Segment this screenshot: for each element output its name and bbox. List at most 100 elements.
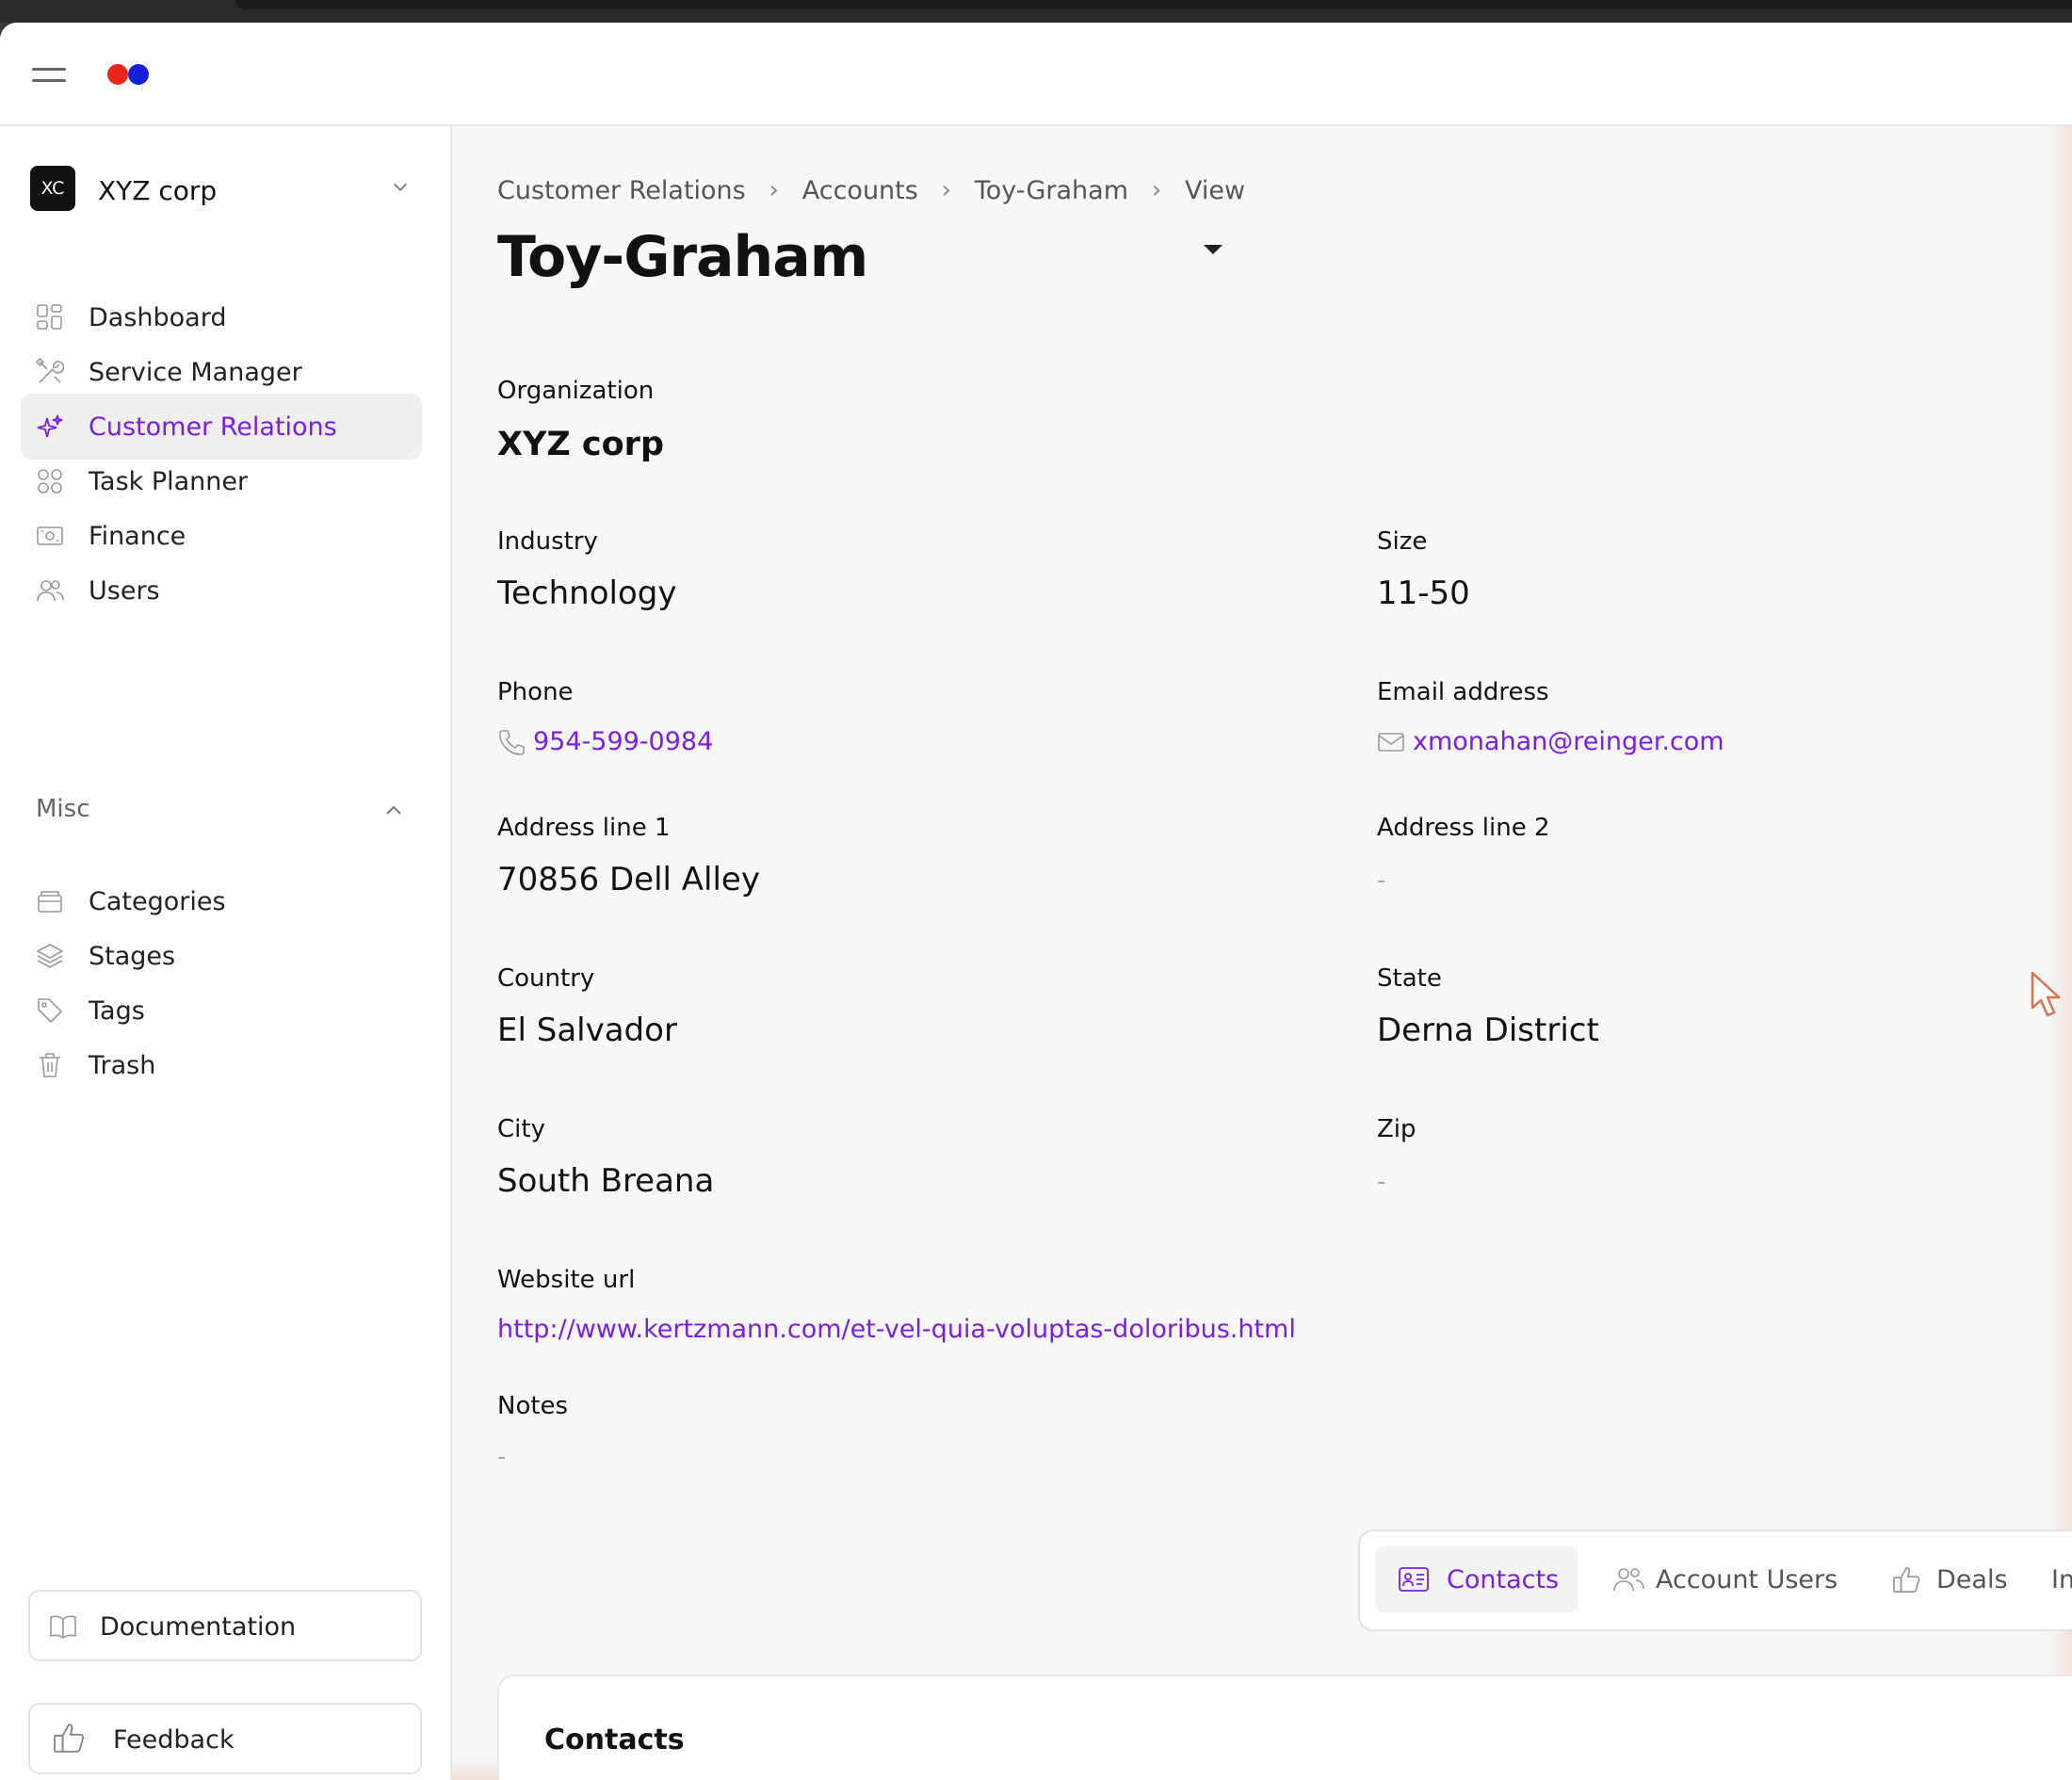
breadcrumb-customer-relations[interactable]: Customer Relations <box>497 176 746 205</box>
org-switcher[interactable]: XC XYZ corp <box>30 162 416 215</box>
users-icon <box>37 580 64 602</box>
tab-more[interactable]: In <box>2032 1546 2072 1612</box>
phone-value: 954-599-0984 <box>533 727 714 756</box>
tab-label: Contacts <box>1447 1565 1560 1594</box>
app-window: XC XYZ corp Dashboard Service Manager Cu… <box>0 23 2072 1780</box>
mouse-pointer-icon <box>2031 971 2061 1017</box>
caret-down-icon[interactable] <box>1204 245 1222 254</box>
feedback-label: Feedback <box>113 1725 235 1755</box>
breadcrumb-accounts[interactable]: Accounts <box>802 176 918 205</box>
notes-label: Notes <box>497 1392 569 1420</box>
banknote-icon <box>37 526 63 545</box>
zip-value: - <box>1377 1168 1386 1196</box>
os-top-bar-inner <box>235 0 2072 9</box>
sidebar-item-label: Service Manager <box>89 358 302 387</box>
tab-label: In <box>2051 1565 2072 1594</box>
trash-icon <box>40 1053 60 1077</box>
website-label: Website url <box>497 1266 636 1294</box>
zip-label: Zip <box>1377 1115 1416 1143</box>
email-link[interactable]: xmonahan@reinger.com <box>1377 727 1724 756</box>
menu-icon[interactable] <box>32 64 68 85</box>
logo-dot-red <box>107 64 128 85</box>
state-label: State <box>1377 964 1442 993</box>
sidebar-item-label: Task Planner <box>89 467 249 496</box>
users-icon <box>1613 1568 1644 1592</box>
notes-value: - <box>497 1443 507 1471</box>
logo-dot-blue <box>128 64 149 85</box>
address1-value: 70856 Dell Alley <box>497 861 760 898</box>
city-value: South Breana <box>497 1162 715 1200</box>
sidebar-item-label: Categories <box>89 887 226 916</box>
documentation-label: Documentation <box>100 1612 297 1642</box>
main-content: Customer Relations › Accounts › Toy-Grah… <box>452 126 2072 1780</box>
sidebar-item-label: Stages <box>89 942 176 971</box>
sidebar-item-label: Dashboard <box>89 303 227 332</box>
chevron-down-icon <box>394 183 407 191</box>
misc-section-label: Misc <box>36 795 90 823</box>
app-header <box>0 23 2072 126</box>
sidebar-item-users[interactable]: Users <box>21 558 422 623</box>
chevron-right-icon: › <box>1151 176 1162 204</box>
address2-value: - <box>1377 866 1386 895</box>
country-label: Country <box>497 964 595 993</box>
app-logo[interactable] <box>107 64 151 87</box>
misc-section-toggle[interactable]: Misc <box>36 791 403 829</box>
sidebar-item-label: Finance <box>89 522 186 551</box>
sidebar-item-label: Customer Relations <box>89 413 337 442</box>
state-value: Derna District <box>1377 1011 1599 1049</box>
size-label: Size <box>1377 527 1428 556</box>
sidebar-item-label: Trash <box>89 1051 156 1080</box>
tools-icon <box>36 358 64 383</box>
email-label: Email address <box>1377 678 1549 706</box>
sidebar-item-label: Users <box>89 576 160 606</box>
related-tabs: Contacts Account Users Deals In <box>1358 1529 2072 1631</box>
organization-label: Organization <box>497 377 655 405</box>
breadcrumb-view: View <box>1185 175 1246 205</box>
sidebar: XC XYZ corp Dashboard Service Manager Cu… <box>0 126 452 1780</box>
address1-label: Address line 1 <box>497 814 671 842</box>
address2-label: Address line 2 <box>1377 814 1550 842</box>
website-link[interactable]: http://www.kertzmann.com/et-vel-quia-vol… <box>497 1315 1296 1344</box>
email-value: xmonahan@reinger.com <box>1413 727 1724 756</box>
breadcrumb-toy-graham[interactable]: Toy-Graham <box>975 176 1128 205</box>
tab-deals[interactable]: Deals <box>1869 1546 2019 1612</box>
tag-icon <box>38 998 63 1024</box>
contacts-card: Contacts <box>497 1675 2072 1780</box>
chevron-right-icon: › <box>941 176 952 204</box>
country-value: El Salvador <box>497 1011 677 1049</box>
sparkle-icon <box>37 414 63 438</box>
phone-icon <box>499 729 525 755</box>
org-avatar: XC <box>30 166 75 211</box>
thumbs-up-icon <box>54 1723 85 1753</box>
layers-icon <box>36 944 64 968</box>
grid-icon <box>37 304 62 330</box>
sidebar-item-trash[interactable]: Trash <box>21 1032 422 1098</box>
book-icon <box>50 1615 76 1639</box>
page-title: Toy-Graham <box>497 224 868 290</box>
archive-icon <box>38 891 62 913</box>
tab-label: Deals <box>1936 1565 2008 1594</box>
apps-icon <box>38 469 62 494</box>
chevron-up-icon <box>386 805 401 815</box>
tab-label: Account Users <box>1656 1565 1838 1594</box>
organization-value: XYZ corp <box>497 426 664 463</box>
thumbs-up-icon <box>1893 1566 1920 1593</box>
breadcrumb: Customer Relations › Accounts › Toy-Grah… <box>497 173 1245 207</box>
phone-link[interactable]: 954-599-0984 <box>497 727 713 756</box>
industry-label: Industry <box>497 527 598 556</box>
contact-card-icon <box>1399 1567 1429 1592</box>
mail-icon <box>1378 732 1404 752</box>
phone-label: Phone <box>497 678 574 706</box>
contacts-card-title: Contacts <box>544 1723 685 1756</box>
industry-value: Technology <box>497 574 677 612</box>
org-name: XYZ corp <box>98 175 218 206</box>
documentation-button[interactable]: Documentation <box>28 1590 422 1661</box>
tab-account-users[interactable]: Account Users <box>1590 1546 1842 1612</box>
website-value: http://www.kertzmann.com/et-vel-quia-vol… <box>497 1315 1296 1344</box>
feedback-button[interactable]: Feedback <box>28 1703 422 1774</box>
os-top-bar <box>0 0 2072 23</box>
sidebar-item-label: Tags <box>89 996 145 1026</box>
tab-contacts[interactable]: Contacts <box>1375 1546 1578 1612</box>
city-label: City <box>497 1115 545 1143</box>
size-value: 11-50 <box>1377 574 1470 612</box>
